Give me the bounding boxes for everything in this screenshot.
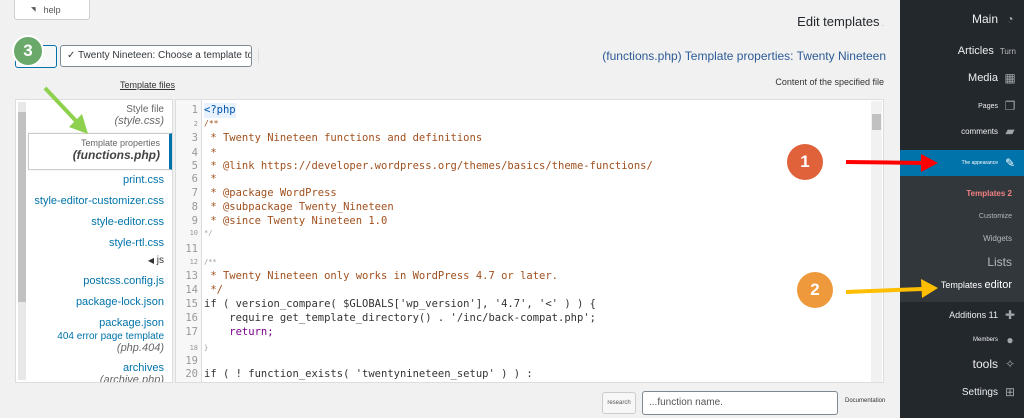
annotation-badge-1: 1 [787, 144, 823, 180]
arrow-red [845, 154, 938, 172]
arrow-green [43, 86, 88, 134]
annotation-overlay [43, 86, 938, 298]
arrow-yellow [845, 279, 938, 298]
annotation-badge-2: 2 [797, 272, 833, 308]
annotation-badge-3: 3 [12, 35, 44, 67]
